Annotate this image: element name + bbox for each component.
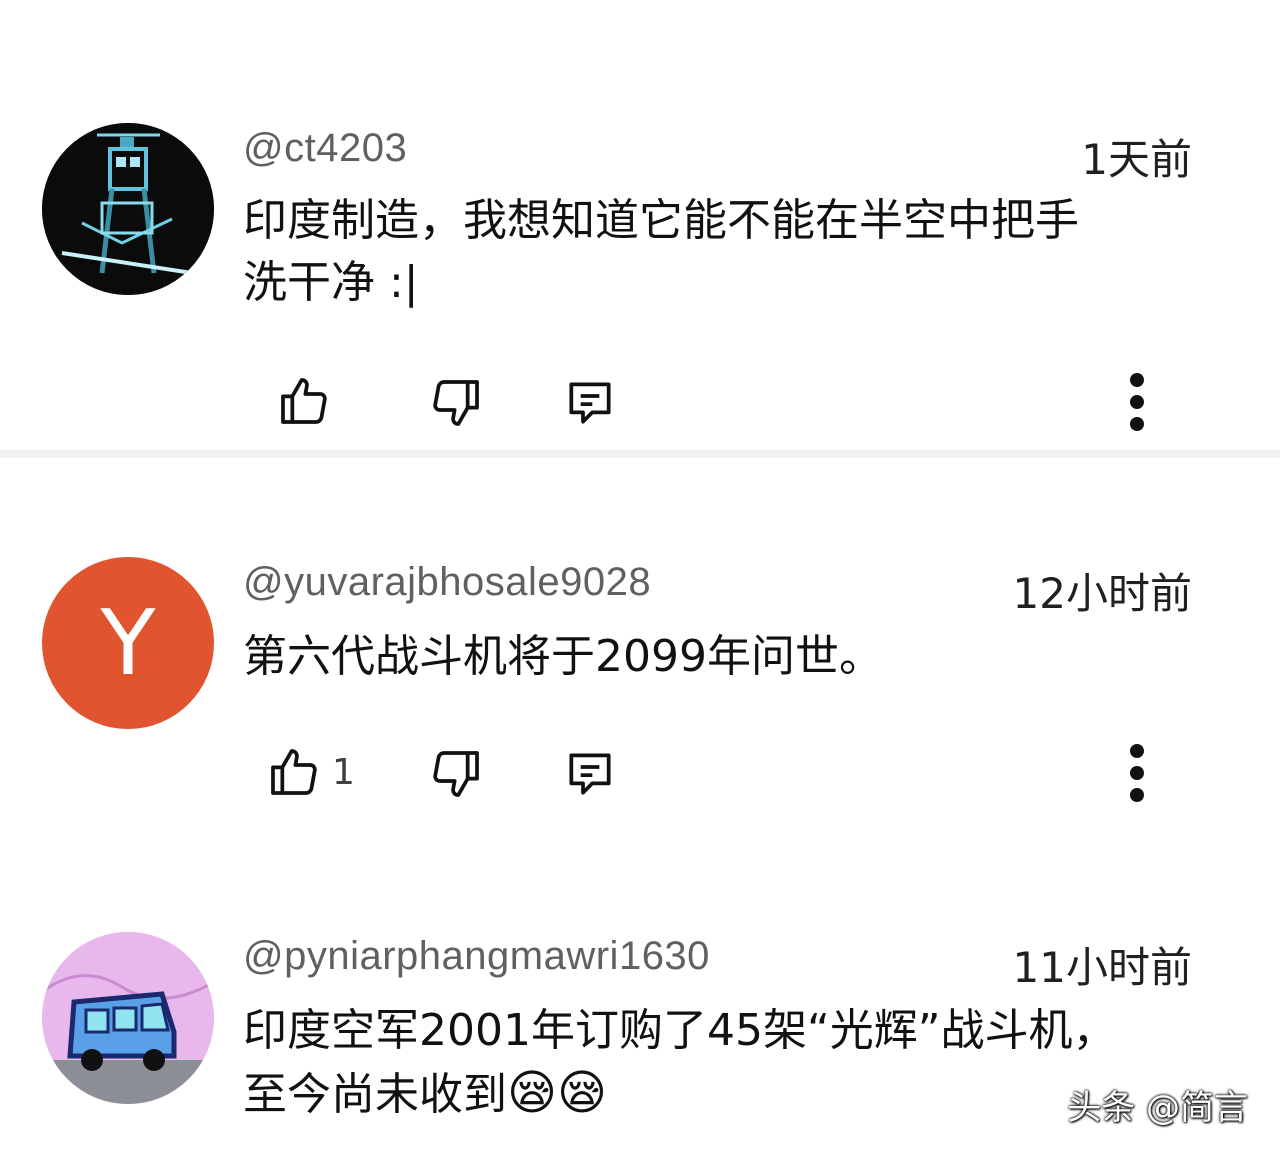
like-button[interactable]: 1 <box>266 744 355 800</box>
avatar[interactable]: Y <box>42 557 214 729</box>
comment-text-line: 印度制造，我想知道它能不能在半空中把手 <box>243 195 1079 246</box>
like-count: 1 <box>332 751 355 793</box>
divider <box>0 450 1280 458</box>
more-options-button[interactable] <box>1112 738 1162 808</box>
username[interactable]: @pyniarphangmawri1630 <box>243 934 710 979</box>
username[interactable]: @yuvarajbhosale9028 <box>243 560 651 605</box>
more-options-button[interactable] <box>1112 367 1162 437</box>
tuk-tuk-avatar-image <box>42 932 214 1104</box>
comment-actions <box>0 367 1280 437</box>
comment-text-fragment: 至今尚未收到 <box>243 1069 507 1120</box>
comment-text-line: 至今尚未收到😪😪 <box>243 1062 1203 1126</box>
reply-button[interactable] <box>562 746 618 802</box>
more-vertical-icon <box>1130 766 1144 780</box>
dislike-button[interactable] <box>428 746 484 802</box>
comment-text-line: 第六代战斗机将于2099年问世。 <box>243 631 883 682</box>
timestamp: 1天前 <box>1081 135 1192 184</box>
avatar[interactable] <box>42 932 214 1104</box>
more-vertical-icon <box>1130 395 1144 409</box>
comment-text: 印度制造，我想知道它能不能在半空中把手 洗干净 :| <box>243 190 1203 314</box>
reply-button[interactable] <box>562 375 618 431</box>
watermark: 头条 @简言 <box>1067 1088 1248 1128</box>
avatar-letter: Y <box>100 590 156 696</box>
more-vertical-icon <box>1130 744 1144 758</box>
comment-text: 第六代战斗机将于2099年问世。 <box>243 626 1203 688</box>
timestamp: 11小时前 <box>1012 943 1192 992</box>
thumb-down-icon <box>433 380 479 426</box>
like-button[interactable] <box>276 373 332 429</box>
comment-actions: 1 <box>0 738 1280 808</box>
robot-avatar-image <box>42 123 214 295</box>
dislike-button[interactable] <box>428 375 484 431</box>
more-vertical-icon <box>1130 417 1144 431</box>
thumb-up-icon <box>271 749 317 795</box>
more-vertical-icon <box>1130 373 1144 387</box>
reply-icon <box>569 753 611 795</box>
thumb-down-icon <box>433 751 479 797</box>
timestamp: 12小时前 <box>1012 569 1192 618</box>
comment-text-line: 洗干净 :| <box>243 257 419 308</box>
comment-text-line: 印度空军2001年订购了45架“光辉”战斗机， <box>243 1005 1117 1056</box>
thumb-up-icon <box>281 378 327 424</box>
sleepy-face-emoji: 😪😪 <box>507 1065 608 1121</box>
avatar[interactable] <box>42 123 214 295</box>
reply-icon <box>569 382 611 424</box>
username[interactable]: @ct4203 <box>243 126 407 171</box>
comment-text: 印度空军2001年订购了45架“光辉”战斗机， 至今尚未收到😪😪 <box>243 1000 1203 1126</box>
more-vertical-icon <box>1130 788 1144 802</box>
